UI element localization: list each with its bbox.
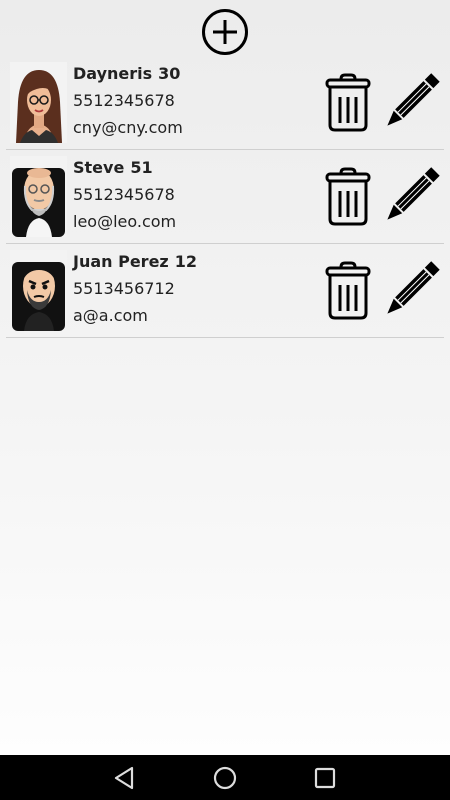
contact-info: Dayneris 30 5512345678 cny@cny.com	[73, 62, 313, 140]
triangle-back-icon	[114, 766, 134, 790]
contact-phone: 5512345678	[73, 185, 175, 204]
top-bar	[0, 0, 450, 60]
avatar	[10, 156, 67, 237]
trash-icon	[325, 261, 371, 320]
contact-list: Dayneris 30 5512345678 cny@cny.com Steve…	[0, 56, 450, 338]
recents-button[interactable]	[312, 765, 338, 791]
edit-button[interactable]	[380, 167, 440, 227]
pencil-icon	[387, 73, 440, 126]
contact-info: Juan Perez 12 5513456712 a@a.com	[73, 250, 313, 328]
contact-email: a@a.com	[73, 306, 148, 325]
contact-name: Dayneris	[73, 64, 153, 83]
pencil-icon	[387, 167, 440, 220]
contact-row[interactable]: Juan Perez 12 5513456712 a@a.com	[6, 244, 444, 338]
circle-home-icon	[213, 766, 237, 790]
trash-icon	[325, 73, 371, 132]
contact-age: 30	[158, 64, 181, 83]
contact-email: leo@leo.com	[73, 212, 177, 231]
contact-name: Juan Perez	[73, 252, 169, 271]
edit-button[interactable]	[380, 261, 440, 321]
contact-phone: 5512345678	[73, 91, 175, 110]
contact-name-line: Dayneris 30	[73, 62, 313, 86]
contact-phone: 5513456712	[73, 279, 175, 298]
trash-icon	[325, 167, 371, 226]
navigation-bar	[0, 755, 450, 800]
contact-age: 12	[174, 252, 197, 271]
plus-circle-icon	[202, 9, 248, 55]
avatar	[10, 62, 67, 143]
contact-name-line: Juan Perez 12	[73, 250, 313, 274]
avatar	[10, 250, 67, 331]
delete-button[interactable]	[324, 261, 372, 321]
back-button[interactable]	[112, 765, 138, 791]
contact-email: cny@cny.com	[73, 118, 183, 137]
home-button[interactable]	[212, 765, 238, 791]
contact-row[interactable]: Steve 51 5512345678 leo@leo.com	[6, 150, 444, 244]
edit-button[interactable]	[380, 73, 440, 133]
contact-name-line: Steve 51	[73, 156, 313, 180]
delete-button[interactable]	[324, 167, 372, 227]
contact-age: 51	[130, 158, 153, 177]
contact-info: Steve 51 5512345678 leo@leo.com	[73, 156, 313, 234]
contact-row[interactable]: Dayneris 30 5512345678 cny@cny.com	[6, 56, 444, 150]
square-recents-icon	[314, 767, 336, 789]
delete-button[interactable]	[324, 73, 372, 133]
pencil-icon	[387, 261, 440, 314]
contact-name: Steve	[73, 158, 125, 177]
add-contact-button[interactable]	[201, 8, 249, 56]
